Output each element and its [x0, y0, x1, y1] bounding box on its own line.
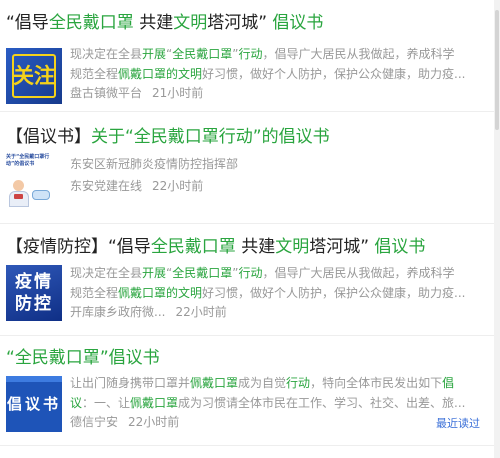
snippet-segment: 全民戴口罩	[172, 47, 233, 61]
item-source: 东安党建在线	[70, 179, 143, 193]
snippet-segment: 现决定在全县	[70, 47, 143, 61]
snippet-segment: 议	[70, 396, 83, 410]
item-snippet: 现决定在全县开展“全民戴口罩”行动，倡导广大居民从我做起，养成科学 规范全程佩戴口…	[70, 44, 474, 84]
title-segment: 【倡议书】	[6, 127, 91, 147]
snippet-segment: 行动	[238, 266, 263, 280]
snippet-line: 现决定在全县开展“全民戴口罩”行动，倡导广大居民从我做起，养成科学	[70, 263, 474, 283]
snippet-segment: 开展	[142, 266, 167, 280]
snippet-segment: 行动	[286, 376, 311, 390]
doctor-figure-icon	[8, 180, 30, 208]
snippet-segment: 规范全程	[70, 67, 119, 81]
snippet-line: 规范全程佩戴口罩的文明好习惯，做好个人防护，保护公众健康，助力疫...	[70, 64, 474, 84]
news-feed: “倡导全民戴口罩 共建文明塔河城” 倡议书 关注 现决定在全县开展“全民戴口罩”…	[0, 0, 500, 458]
item-source: 盘古镇微平台	[70, 86, 143, 100]
title-segment: 全民戴口罩	[150, 237, 236, 257]
snippet-segment: 现决定在全县	[70, 266, 143, 280]
title-segment: ”	[99, 348, 109, 368]
title-segment: 【疫情防控】“倡导	[6, 237, 151, 257]
snippet-segment: 行动	[238, 47, 263, 61]
title-segment: 文明	[173, 13, 208, 33]
item-snippet: 让出门随身携带口罩并佩戴口罩成为自觉行动，特向全体市民发出如下倡 议：一、让佩戴口…	[70, 373, 474, 413]
title-segment: 文明	[275, 237, 310, 257]
snippet-segment: ，倡导广大居民从我做起，养成科学	[262, 47, 455, 61]
title-segment: 塔河城”	[207, 13, 268, 33]
feed-item-1[interactable]: “倡导全民戴口罩 共建文明塔河城” 倡议书 关注 现决定在全县开展“全民戴口罩”…	[0, 0, 494, 112]
item-meta: 开库康乡政府微... 22小时前	[70, 304, 227, 320]
mask-icon	[32, 190, 50, 200]
thumbnail-caption: 关于“全民戴口罩行动”的倡议书	[6, 154, 50, 167]
item-time: 21小时前	[152, 86, 204, 100]
item-title[interactable]: “倡导全民戴口罩 共建文明塔河城” 倡议书	[6, 12, 323, 34]
snippet-segment: 让出门随身携带口罩并	[70, 376, 191, 390]
snippet-segment: 佩戴口罩的文明	[118, 67, 203, 81]
title-segment: 关于“全民戴口罩行动”的倡议书	[91, 127, 330, 147]
feed-item-4[interactable]: “全民戴口罩”倡议书 倡议书 让出门随身携带口罩并佩戴口罩成为自觉行动，特向全体…	[0, 336, 494, 446]
snippet-segment: 开展	[142, 47, 167, 61]
item-snippet: 现决定在全县开展“全民戴口罩”行动，倡导广大居民从我做起，养成科学 规范全程佩戴口…	[70, 263, 474, 303]
feed-item-2[interactable]: 【倡议书】关于“全民戴口罩行动”的倡议书 关于“全民戴口罩行动”的倡议书 东安区…	[0, 112, 494, 224]
title-segment: 全民戴口罩	[48, 13, 134, 33]
item-meta: 东安党建在线 22小时前	[70, 178, 203, 194]
scrollbar[interactable]	[494, 0, 500, 458]
snippet-segment: 成为自觉	[238, 376, 287, 390]
title-segment: 全民戴口罩	[14, 348, 100, 368]
snippet-segment: ，特向全体市民发出如下	[310, 376, 443, 390]
item-meta: 盘古镇微平台 21小时前	[70, 85, 203, 101]
snippet-segment: 倡	[442, 376, 455, 390]
thumbnail-image: 疫情防控	[6, 265, 62, 321]
item-title[interactable]: 【疫情防控】“倡导全民戴口罩 共建文明塔河城” 倡议书	[6, 236, 425, 258]
thumbnail-image: 关注	[6, 48, 62, 104]
snippet-segment: 佩戴口罩	[130, 396, 179, 410]
title-segment: 塔河城”	[309, 237, 370, 257]
title-segment: 倡议书	[267, 13, 324, 33]
recently-read-link[interactable]: 最近读过	[436, 415, 480, 431]
item-meta: 德信宁安 22小时前	[70, 414, 179, 430]
scrollbar-thumb[interactable]	[495, 10, 499, 130]
item-title[interactable]: 【倡议书】关于“全民戴口罩行动”的倡议书	[6, 126, 330, 148]
title-segment: 倡议书	[108, 348, 160, 368]
snippet-line: 议：一、让佩戴口罩成为习惯请全体市民在工作、学习、社交、出差、旅...	[70, 393, 474, 413]
snippet-segment: ：一、让	[82, 396, 131, 410]
snippet-line: 规范全程佩戴口罩的文明好习惯，做好个人防护，保护公众健康，助力疫...	[70, 283, 474, 303]
snippet-segment: 好习惯，做好个人防护，保护公众健康，助力疫...	[202, 286, 466, 300]
thumbnail-text: 疫情防控	[15, 272, 53, 314]
feed-item-3[interactable]: 【疫情防控】“倡导全民戴口罩 共建文明塔河城” 倡议书 疫情防控 现决定在全县开…	[0, 224, 494, 336]
item-snippet: 东安区新冠肺炎疫情防控指挥部	[70, 154, 474, 174]
thumbnail-text: 关注	[13, 64, 55, 88]
snippet-segment: 规范全程	[70, 286, 119, 300]
item-source: 开库康乡政府微...	[70, 305, 166, 319]
thumbnail-image: 关于“全民戴口罩行动”的倡议书	[6, 152, 62, 210]
title-segment: 倡议书	[369, 237, 426, 257]
item-time: 22小时前	[175, 305, 227, 319]
title-segment: “倡导	[6, 13, 49, 33]
thumbnail-text: 倡议书	[6, 395, 61, 413]
item-time: 22小时前	[152, 179, 204, 193]
snippet-segment: 好习惯，做好个人防护，保护公众健康，助力疫...	[202, 67, 466, 81]
snippet-line: 让出门随身携带口罩并佩戴口罩成为自觉行动，特向全体市民发出如下倡	[70, 373, 474, 393]
snippet-segment: 全民戴口罩	[172, 266, 233, 280]
snippet-segment: 佩戴口罩	[190, 376, 239, 390]
snippet-segment: 成为习惯请全体市民在工作、学习、社交、出差、旅...	[178, 396, 466, 410]
title-segment: 共建	[133, 13, 174, 33]
snippet-segment: 东安区新冠肺炎疫情防控指挥部	[70, 157, 239, 171]
item-title[interactable]: “全民戴口罩”倡议书	[6, 347, 160, 369]
snippet-segment: 佩戴口罩的文明	[118, 286, 203, 300]
item-time: 22小时前	[128, 415, 180, 429]
snippet-line: 现决定在全县开展“全民戴口罩”行动，倡导广大居民从我做起，养成科学	[70, 44, 474, 64]
thumbnail-image: 倡议书	[6, 376, 62, 432]
title-segment: 共建	[235, 237, 276, 257]
snippet-segment: ，倡导广大居民从我做起，养成科学	[262, 266, 455, 280]
snippet-line: 东安区新冠肺炎疫情防控指挥部	[70, 154, 474, 174]
item-source: 德信宁安	[70, 415, 119, 429]
title-segment: “	[6, 348, 15, 368]
